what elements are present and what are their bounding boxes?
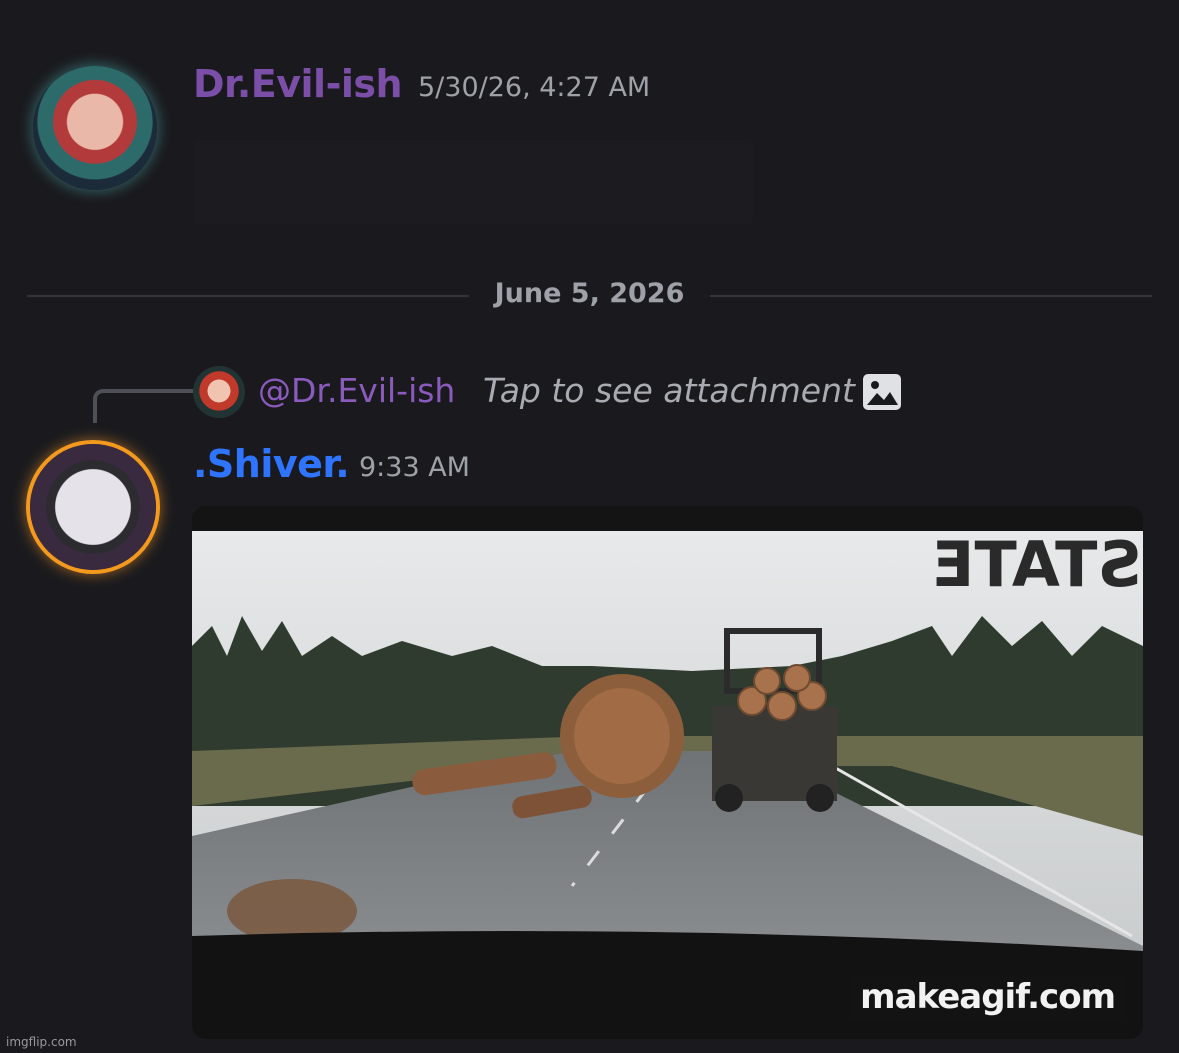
username-dr-evil-ish[interactable]: Dr.Evil-ish — [193, 62, 403, 106]
gif-scene: STATE — [192, 506, 1143, 1039]
reply-preview-text[interactable]: Tap to see attachment — [483, 371, 855, 410]
reply-mention[interactable]: @Dr.Evil-ish — [258, 371, 455, 410]
avatar-shiver[interactable] — [30, 444, 156, 570]
imgflip-credit: imgflip.com — [6, 1035, 77, 1049]
divider-line-left — [27, 295, 469, 297]
avatar-dr-evil-ish[interactable] — [33, 66, 157, 190]
message-content-hidden[interactable] — [193, 140, 753, 224]
message-timestamp: 5/30/26, 4:27 AM — [418, 72, 651, 103]
divider-line-right — [710, 295, 1152, 297]
reply-connector — [93, 389, 193, 423]
image-icon — [861, 372, 903, 412]
gif-attachment[interactable]: STATE makeagif.com — [192, 506, 1143, 1039]
gif-watermark: makeagif.com — [850, 975, 1125, 1019]
date-divider: June 5, 2026 — [494, 278, 685, 309]
message-timestamp: 9:33 AM — [359, 452, 470, 483]
username-shiver[interactable]: .Shiver. — [193, 442, 350, 486]
reply-avatar[interactable] — [193, 366, 245, 418]
sign-text: STATE — [932, 528, 1142, 601]
